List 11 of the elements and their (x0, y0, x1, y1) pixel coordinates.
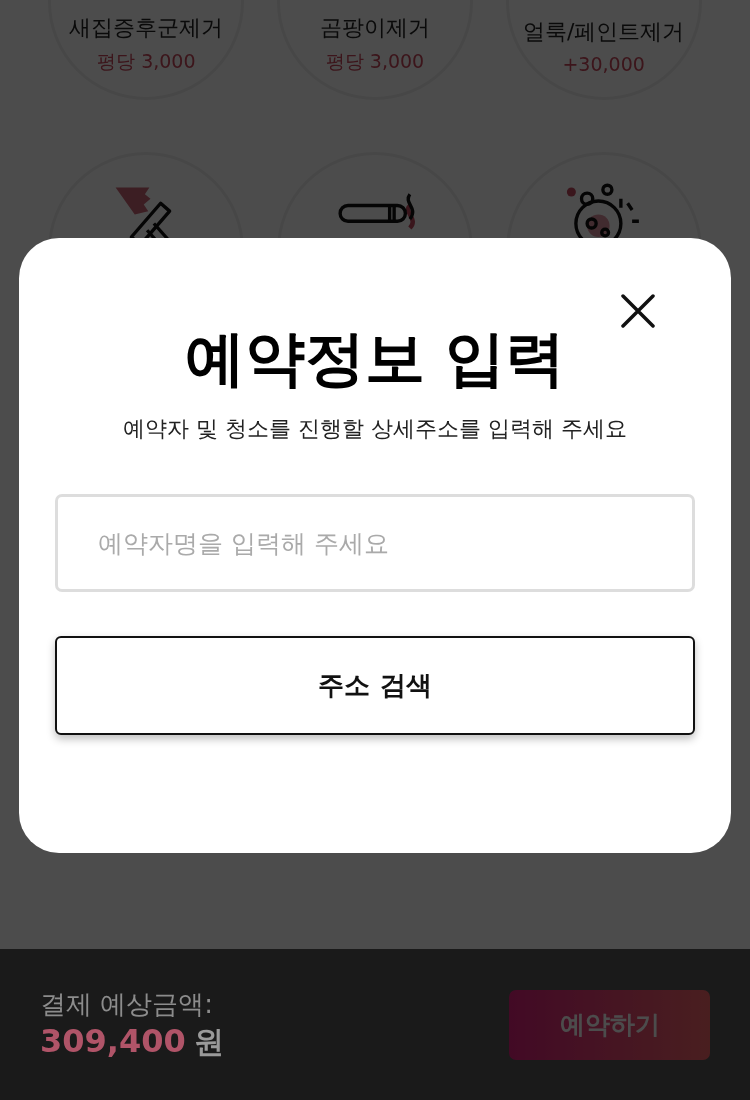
address-search-button[interactable]: 주소 검색 (55, 636, 695, 735)
service-name: 곰팡이제거 (320, 14, 430, 42)
modal-subtitle: 예약자 및 청소를 진행할 상세주소를 입력해 주세요 (123, 415, 627, 443)
total-amount: 309,400 (40, 1021, 186, 1060)
name-input-field[interactable]: 예약자명을 입력해 주세요 (55, 494, 695, 592)
currency-label: 원 (193, 1022, 224, 1061)
total-label: 결제 예상금액: (40, 987, 215, 1021)
service-name: 새집증후군제거 (69, 14, 224, 42)
service-name: 얼룩/페인트제거 (522, 18, 685, 46)
close-icon[interactable] (621, 294, 655, 328)
modal-title: 예약정보 입력 (184, 322, 566, 394)
